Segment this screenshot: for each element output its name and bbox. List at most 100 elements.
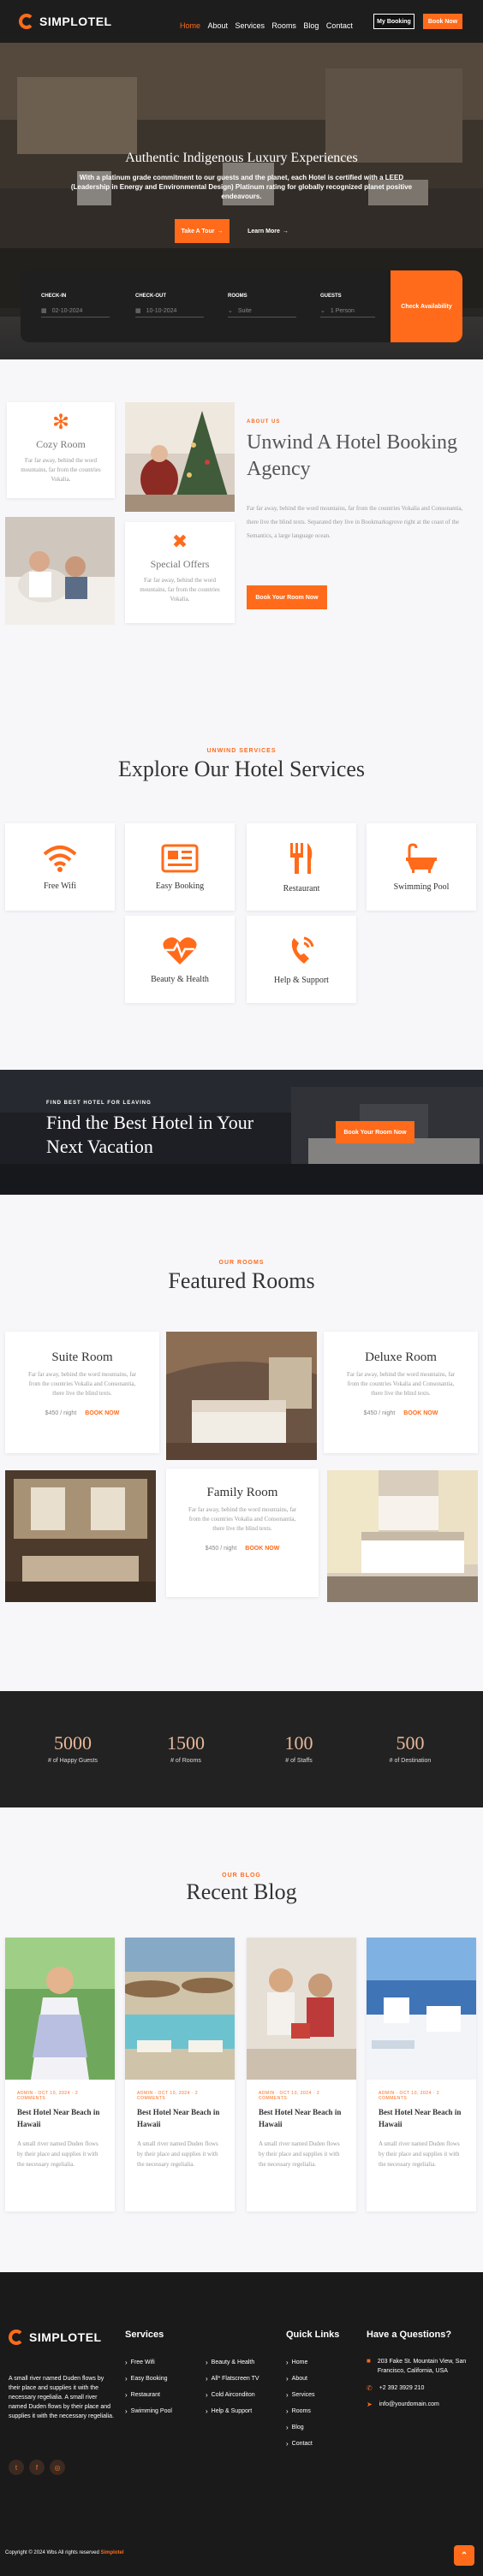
service-label: Beauty & Health: [151, 974, 209, 984]
footer-link[interactable]: › Cold Airconditon: [206, 2391, 259, 2399]
stat-staffs: 100 # of Staffs: [260, 1732, 337, 1764]
footer-contact-title: Have a Questions?: [367, 2330, 452, 2340]
checkin-label: CHECK-IN: [41, 294, 67, 299]
blog-post-text: A small river named Duden flows by their…: [259, 2140, 340, 2168]
room-text: Far far away, behind the word mountains,…: [346, 1371, 456, 1397]
footer-quick-links-title: Quick Links: [286, 2330, 340, 2340]
phone-icon: ✆: [367, 2384, 373, 2392]
stat-value: 500: [396, 1732, 425, 1754]
blog-post-title[interactable]: Best Hotel Near Beach in Hawaii: [17, 2106, 103, 2130]
special-offers-text: Far far away, behind the word mountains,…: [140, 577, 220, 602]
room-price: $450 / night: [363, 1410, 396, 1416]
blog-post-title[interactable]: Best Hotel Near Beach in Hawaii: [379, 2106, 464, 2130]
chevron-right-icon: ›: [286, 2440, 289, 2448]
instagram-icon[interactable]: ◎: [50, 2460, 65, 2475]
my-booking-button[interactable]: My Booking: [373, 14, 414, 29]
room-book-link[interactable]: BOOK NOW: [403, 1410, 438, 1416]
room-card-family: Family Room Far far away, behind the wor…: [166, 1469, 319, 1597]
room-name: Suite Room: [51, 1350, 113, 1364]
copyright-brand[interactable]: Simplotel: [100, 2550, 123, 2555]
facebook-icon[interactable]: f: [29, 2460, 45, 2475]
blog-post-title[interactable]: Best Hotel Near Beach in Hawaii: [137, 2106, 223, 2130]
footer-link[interactable]: › Rooms: [286, 2407, 315, 2415]
footer-link[interactable]: › Beauty & Health: [206, 2359, 259, 2366]
about-text: Far far away, behind the word mountains,…: [247, 505, 463, 539]
footer-email[interactable]: info@yourdomain.com: [379, 2401, 439, 2407]
footer-logo[interactable]: SIMPLOTEL: [9, 2330, 102, 2345]
footer-link[interactable]: › Easy Booking: [125, 2375, 172, 2383]
blog-meta: ADMIN · OCT 10, 2024 · 2 COMMENTS: [137, 2091, 199, 2101]
blog-title: Recent Blog: [186, 1879, 297, 1904]
checkin-field[interactable]: CHECK-IN ▦ 02-10-2024: [41, 294, 110, 318]
newspaper-icon: [161, 844, 199, 872]
take-tour-label: Take A Tour: [181, 228, 215, 234]
christmas-photo: [125, 402, 235, 512]
nav-about[interactable]: About: [207, 21, 228, 30]
chevron-right-icon: ›: [286, 2391, 289, 2399]
footer-link-label: Easy Booking: [130, 2376, 168, 2382]
footer-link[interactable]: › Restaurant: [125, 2391, 172, 2399]
couple-photo: [5, 517, 115, 625]
twitter-icon[interactable]: t: [9, 2460, 24, 2475]
footer-link[interactable]: › Home: [286, 2359, 315, 2366]
chevron-right-icon: ›: [286, 2407, 289, 2415]
copyright: Copyright © 2024 Wbs All rights reserved…: [5, 2550, 124, 2555]
phone-icon: [291, 936, 314, 964]
chevron-right-icon: ›: [286, 2359, 289, 2366]
room-card-deluxe: Deluxe Room Far far away, behind the wor…: [324, 1332, 478, 1453]
footer-link[interactable]: › Services: [286, 2391, 315, 2399]
nav-rooms[interactable]: Rooms: [271, 21, 296, 30]
guests-select[interactable]: GUESTS ⌄ 1 Person: [320, 294, 375, 318]
footer-link[interactable]: › All* Flatscreen TV: [206, 2375, 259, 2383]
rooms-select[interactable]: ROOMS ⌄ Suite: [228, 294, 296, 318]
nav-home[interactable]: Home: [180, 21, 200, 30]
take-tour-button[interactable]: Take A Tour →: [175, 219, 230, 243]
book-now-button[interactable]: Book Now: [423, 14, 462, 29]
cta-title: Find the Best Hotel in Your Next Vacatio…: [46, 1112, 254, 1157]
blog-meta: ADMIN · OCT 10, 2024 · 2 COMMENTS: [259, 2091, 320, 2101]
check-availability-button[interactable]: Check Availability: [391, 270, 462, 342]
footer-link[interactable]: › Swimming Pool: [125, 2407, 172, 2415]
footer-link[interactable]: › Blog: [286, 2424, 315, 2431]
nav-services[interactable]: Services: [235, 21, 265, 30]
stat-value: 100: [284, 1732, 313, 1754]
room-book-link[interactable]: BOOK NOW: [245, 1546, 279, 1552]
checkout-field[interactable]: CHECK-OUT ▦ 10-10-2024: [135, 294, 204, 318]
footer-link[interactable]: › Contact: [286, 2440, 315, 2448]
blog-post-title[interactable]: Best Hotel Near Beach in Hawaii: [259, 2106, 344, 2130]
footer-link-label: Help & Support: [211, 2408, 253, 2414]
blog-card[interactable]: ADMIN · OCT 10, 2024 · 2 COMMENTS Best H…: [122, 1938, 235, 2211]
footer-link-label: Beauty & Health: [211, 2359, 255, 2365]
wifi-icon: [43, 845, 77, 872]
scroll-top-button[interactable]: ⌃: [454, 2545, 474, 2566]
footer-link[interactable]: › Free Wifi: [125, 2359, 172, 2366]
service-card-support[interactable]: Help & Support: [247, 916, 356, 1003]
logo[interactable]: SIMPLOTEL: [19, 14, 112, 29]
book-room-button[interactable]: Book Your Room Now: [247, 585, 327, 609]
bedroom-photo: [327, 1470, 478, 1602]
blog-photo: [247, 1938, 356, 2080]
footer-link-label: Cold Airconditon: [211, 2392, 255, 2398]
footer-link-label: Swimming Pool: [130, 2408, 172, 2414]
service-card-wifi[interactable]: Free Wifi: [5, 823, 115, 911]
footer-link-label: About: [291, 2376, 307, 2382]
about-title: Unwind A Hotel Booking Agency: [247, 431, 458, 480]
learn-more-button[interactable]: Learn More →: [240, 219, 296, 243]
cta-book-button[interactable]: Book Your Room Now: [336, 1121, 414, 1143]
footer-link[interactable]: › Help & Support: [206, 2407, 259, 2415]
service-card-pool[interactable]: Swimming Pool: [367, 823, 476, 911]
room-book-link[interactable]: BOOK NOW: [85, 1410, 119, 1416]
service-card-beauty[interactable]: Beauty & Health: [125, 916, 235, 1003]
service-card-booking[interactable]: Easy Booking: [125, 823, 235, 911]
nav-contact[interactable]: Contact: [326, 21, 353, 30]
nav-blog[interactable]: Blog: [303, 21, 319, 30]
services-kicker: UNWIND SERVICES: [206, 748, 277, 754]
service-card-restaurant[interactable]: Restaurant: [247, 823, 356, 911]
cozy-room-title: Cozy Room: [36, 438, 86, 450]
blog-card[interactable]: ADMIN · OCT 10, 2024 · 2 COMMENTS Best H…: [367, 1938, 476, 2211]
blog-card[interactable]: ADMIN · OCT 10, 2024 · 2 COMMENTS Best H…: [5, 1938, 115, 2211]
footer-phone[interactable]: +2 392 3929 210: [379, 2385, 425, 2391]
footer-link[interactable]: › About: [286, 2375, 315, 2383]
blog-card[interactable]: ADMIN · OCT 10, 2024 · 2 COMMENTS Best H…: [247, 1938, 356, 2211]
service-label: Swimming Pool: [393, 881, 450, 892]
